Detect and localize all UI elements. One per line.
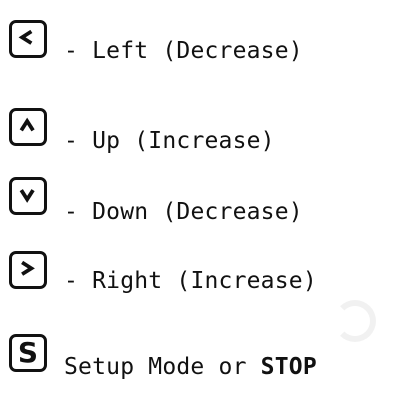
legend-row-up: - Up (Increase) [0,104,394,164]
legend-row-down: - Down (Decrease) [0,174,394,234]
legend-left-prefix: - [64,38,93,64]
chevron-up-icon [9,108,47,146]
legend-setup-emphasis: STOP [260,354,317,380]
legend-right-text: - Right (Increase) [64,268,317,294]
setup-key-letter: S [17,336,39,369]
legend-up-text: - Up (Increase) [64,128,275,154]
legend-left-description: Left (Decrease) [92,38,303,64]
legend-down-description: Down (Decrease) [92,199,303,225]
legend-row-setup: S Setup Mode or STOP [0,330,394,390]
legend-down-text: - Down (Decrease) [64,199,303,225]
chevron-right-icon [9,251,47,289]
legend-down-prefix: - [64,199,93,225]
legend-right-description: Right (Increase) [92,268,317,294]
legend-setup-description: Setup Mode or [64,354,261,380]
legend-up-description: Up (Increase) [92,128,275,154]
legend-row-left: - Left (Decrease) [0,14,394,74]
legend-setup-text: Setup Mode or STOP [64,354,317,380]
legend-left-text: - Left (Decrease) [64,38,303,64]
legend-up-prefix: - [64,128,93,154]
legend-row-right: - Right (Increase) [0,244,394,304]
setup-key-icon: S [9,334,47,372]
legend-right-prefix: - [64,268,93,294]
chevron-left-icon [9,20,47,58]
chevron-down-icon [9,177,47,215]
